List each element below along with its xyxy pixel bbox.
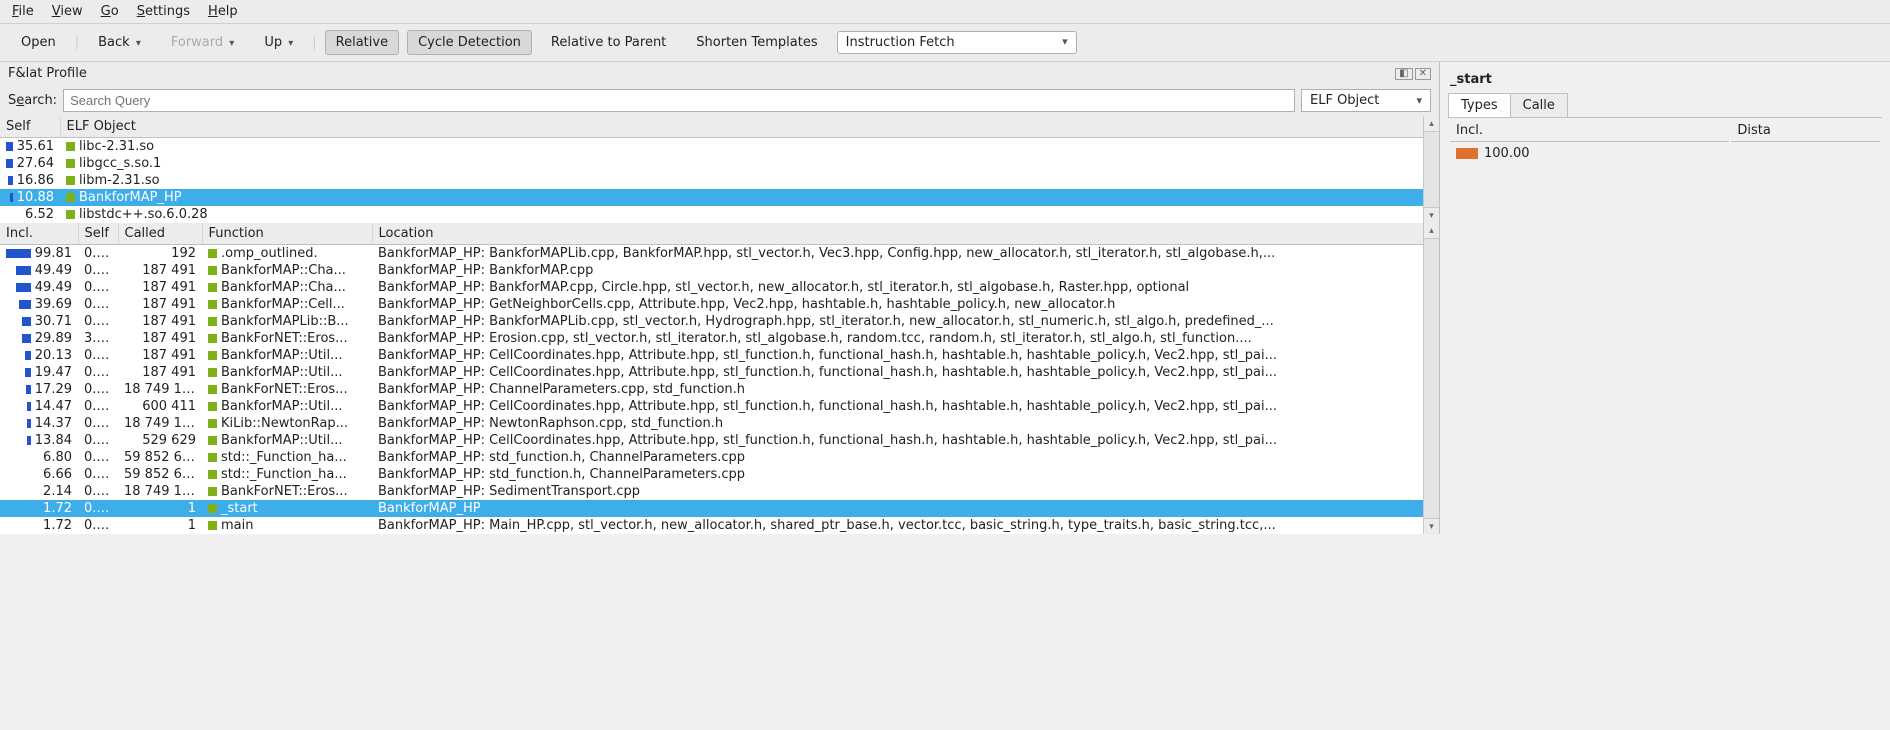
elf-table: Self ELF Object 35.61libc-2.31.so27.64li… xyxy=(0,116,1439,223)
menu-go[interactable]: Go xyxy=(101,4,119,19)
function-row[interactable]: 2.140.2518 749 100BankForNET::Eros...Ban… xyxy=(0,483,1439,500)
function-row[interactable]: 17.290.5118 749 100BankForNET::Eros...Ba… xyxy=(0,381,1439,398)
up-button[interactable]: Up ▾ xyxy=(253,30,304,55)
function-icon xyxy=(208,300,217,309)
function-row[interactable]: 30.710.19187 491BankforMAPLib::B...Bankf… xyxy=(0,313,1439,330)
function-icon xyxy=(208,249,217,258)
col-location[interactable]: Location xyxy=(372,223,1439,245)
function-row[interactable]: 99.810.03192.omp_outlined.BankforMAP_HP:… xyxy=(0,245,1439,263)
function-row[interactable]: 39.690.01187 491BankforMAP::Cell...Bankf… xyxy=(0,296,1439,313)
function-row[interactable]: 14.370.9118 749 100KiLib::NewtonRap...Ba… xyxy=(0,415,1439,432)
right-row[interactable]: 100.00 xyxy=(1450,144,1880,163)
module-icon xyxy=(66,176,75,185)
function-icon xyxy=(208,368,217,377)
menubar: File View Go Settings Help xyxy=(0,0,1890,24)
module-icon xyxy=(66,159,75,168)
function-icon xyxy=(208,283,217,292)
elf-row[interactable]: 27.64libgcc_s.so.1 xyxy=(0,155,1439,172)
open-button[interactable]: Open xyxy=(10,30,67,55)
right-panel: _start Types Calle Incl. Dista 100.00 xyxy=(1440,62,1890,534)
function-row[interactable]: 49.490.02187 491BankforMAP::Cha...Bankfo… xyxy=(0,279,1439,296)
menu-help[interactable]: Help xyxy=(208,4,238,19)
shorten-templates-toggle[interactable]: Shorten Templates xyxy=(685,30,828,55)
function-icon xyxy=(208,470,217,479)
elf-row[interactable]: 10.88BankforMAP_HP xyxy=(0,189,1439,206)
panel-title: F&lat Profile xyxy=(8,66,87,81)
function-row[interactable]: 20.130.04187 491BankforMAP::Util...Bankf… xyxy=(0,347,1439,364)
col-function[interactable]: Function xyxy=(202,223,372,245)
module-icon xyxy=(66,210,75,219)
relative-toggle[interactable]: Relative xyxy=(325,30,399,55)
search-label: Search: xyxy=(8,93,57,108)
relative-to-parent-toggle[interactable]: Relative to Parent xyxy=(540,30,677,55)
col-elf-object[interactable]: ELF Object xyxy=(60,116,1439,138)
function-row[interactable]: 49.490.00187 491BankforMAP::Cha...Bankfo… xyxy=(0,262,1439,279)
function-icon xyxy=(208,317,217,326)
toolbar: Open | Back ▾ Forward ▾ Up ▾ | Relative … xyxy=(0,24,1890,62)
panel-float-icon[interactable]: ◧ xyxy=(1395,68,1412,80)
search-row: Search: ELF Object xyxy=(0,85,1439,116)
tab-callees[interactable]: Calle xyxy=(1510,93,1568,117)
function-icon xyxy=(208,521,217,530)
forward-button[interactable]: Forward ▾ xyxy=(160,30,245,55)
function-table: Incl. Self Called Function Location 99.8… xyxy=(0,223,1439,534)
elf-row[interactable]: 16.86libm-2.31.so xyxy=(0,172,1439,189)
tab-types[interactable]: Types xyxy=(1448,93,1511,117)
panel-close-icon[interactable]: ✕ xyxy=(1415,68,1431,80)
col-self[interactable]: Self xyxy=(78,223,118,245)
elf-scrollbar[interactable]: ▴▾ xyxy=(1423,116,1439,223)
grouping-combo[interactable]: ELF Object xyxy=(1301,89,1431,112)
cost-type-combo[interactable]: Instruction Fetch xyxy=(837,31,1077,54)
function-icon xyxy=(208,351,217,360)
elf-row[interactable]: 35.61libc-2.31.so xyxy=(0,138,1439,156)
function-icon xyxy=(208,385,217,394)
function-icon xyxy=(208,504,217,513)
function-scrollbar[interactable]: ▴▾ xyxy=(1423,223,1439,534)
right-col-distance[interactable]: Dista xyxy=(1731,120,1880,142)
col-called[interactable]: Called xyxy=(118,223,202,245)
function-icon xyxy=(208,266,217,275)
function-icon xyxy=(208,487,217,496)
function-row[interactable]: 19.470.04187 491BankforMAP::Util...Bankf… xyxy=(0,364,1439,381)
col-incl[interactable]: Incl. xyxy=(0,223,78,245)
function-icon xyxy=(208,453,217,462)
menu-settings[interactable]: Settings xyxy=(137,4,190,19)
function-row[interactable]: 1.720.001mainBankforMAP_HP: Main_HP.cpp,… xyxy=(0,517,1439,534)
function-icon xyxy=(208,334,217,343)
function-row[interactable]: 13.840.11529 629BankforMAP::Util...Bankf… xyxy=(0,432,1439,449)
right-tabs: Types Calle xyxy=(1448,93,1882,118)
function-icon xyxy=(208,436,217,445)
function-row[interactable]: 1.720.001_startBankforMAP_HP xyxy=(0,500,1439,517)
menu-file[interactable]: File xyxy=(12,4,34,19)
back-button[interactable]: Back ▾ xyxy=(87,30,152,55)
module-icon xyxy=(66,142,75,151)
col-self[interactable]: Self xyxy=(0,116,60,138)
selected-function-title: _start xyxy=(1448,66,1882,93)
cost-bar-icon xyxy=(1456,148,1478,159)
function-row[interactable]: 29.893.20187 491BankForNET::Eros...Bankf… xyxy=(0,330,1439,347)
module-icon xyxy=(66,193,75,202)
function-row[interactable]: 6.800.9559 852 652std::_Function_ha...Ba… xyxy=(0,449,1439,466)
function-row[interactable]: 6.660.8159 852 652std::_Function_ha...Ba… xyxy=(0,466,1439,483)
function-icon xyxy=(208,419,217,428)
panel-title-bar: F&lat Profile ◧ ✕ xyxy=(0,62,1439,85)
function-row[interactable]: 14.470.11600 411BankforMAP::Util...Bankf… xyxy=(0,398,1439,415)
function-icon xyxy=(208,402,217,411)
elf-row[interactable]: 6.52libstdc++.so.6.0.28 xyxy=(0,206,1439,223)
menu-view[interactable]: View xyxy=(52,4,83,19)
search-input[interactable] xyxy=(63,89,1295,112)
right-col-incl[interactable]: Incl. xyxy=(1450,120,1729,142)
cycle-detection-toggle[interactable]: Cycle Detection xyxy=(407,30,532,55)
